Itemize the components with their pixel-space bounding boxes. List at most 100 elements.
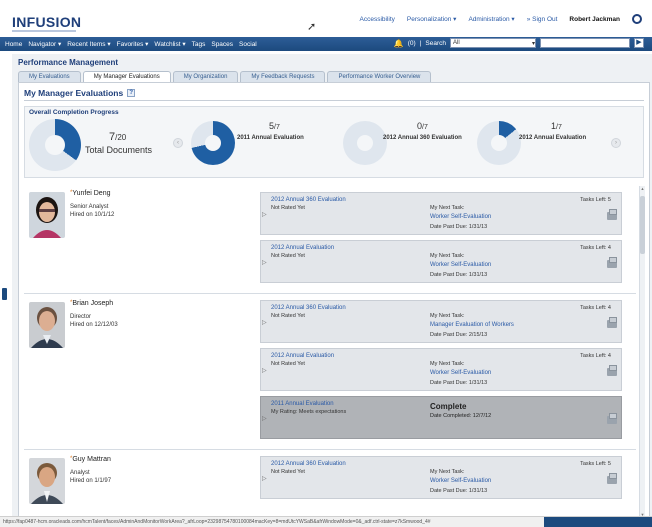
scroll-thumb[interactable] [640, 196, 645, 254]
evaluation-rating: Not Rated Yet [271, 253, 305, 259]
status-indicator [544, 517, 652, 527]
expand-icon[interactable]: ▷ [262, 259, 267, 266]
prev-button[interactable]: ‹ [173, 138, 183, 148]
next-task-link[interactable]: Worker Self-Evaluation [430, 214, 491, 220]
tasks-left: Tasks Left: 5 [580, 197, 611, 203]
employee-name[interactable]: *Guy Mattran [70, 456, 111, 463]
expand-icon[interactable]: ▷ [262, 415, 267, 422]
vertical-scrollbar[interactable]: ▲ ▼ [639, 186, 645, 518]
employee-hired-date: Hired on 12/12/03 [70, 322, 118, 328]
sign-out-link[interactable]: » Sign Out [527, 16, 558, 23]
expand-icon[interactable]: ▷ [262, 211, 267, 218]
next-task-link[interactable]: Worker Self-Evaluation [430, 262, 491, 268]
scroll-up-icon[interactable]: ▲ [640, 186, 645, 192]
evaluation-name[interactable]: 2011 Annual Evaluation [271, 401, 334, 407]
panel-title: My Manager Evaluations ? [24, 88, 136, 98]
pie-hole [205, 135, 221, 151]
employee-name[interactable]: *Yunfei Deng [70, 190, 111, 197]
nav-tags[interactable]: Tags [189, 41, 209, 48]
tab-my-organization[interactable]: My Organization [172, 71, 239, 82]
evaluation-rating: Not Rated Yet [271, 313, 305, 319]
tab-my-manager-evaluations[interactable]: My Manager Evaluations [82, 71, 171, 82]
employee-photo [29, 302, 65, 348]
logo-underline [12, 30, 76, 32]
employee-title: Senior Analyst [70, 204, 109, 210]
nav-recent-items[interactable]: Recent Items ▾ [64, 40, 113, 48]
printer-icon[interactable] [607, 317, 617, 328]
search-scope-select[interactable]: All ▾ [450, 38, 536, 48]
employee-row: *Yunfei Deng Senior Analyst Hired on 10/… [24, 186, 636, 294]
evaluation-name[interactable]: 2012 Annual 360 Evaluation [271, 461, 346, 467]
chevron-down-icon: ▾ [531, 40, 535, 47]
employee-hired-date: Hired on 10/1/12 [70, 212, 115, 218]
2012-annual-360-evaluation-count: 0/7 [417, 121, 428, 131]
nav-watchlist[interactable]: Watchlist ▾ [151, 40, 188, 48]
nav-social[interactable]: Social [236, 41, 260, 48]
expand-icon[interactable]: ▷ [262, 475, 267, 482]
power-icon[interactable] [632, 14, 642, 24]
printer-icon[interactable] [607, 209, 617, 220]
notification-bell-icon[interactable]: 🔔 [394, 39, 404, 48]
navigation-bar: Home Navigator ▾ Recent Items ▾ Favorite… [0, 37, 652, 51]
next-task-label: My Next Task: [430, 253, 465, 259]
nav-spaces[interactable]: Spaces [208, 41, 236, 48]
evaluation-name[interactable]: 2012 Annual 360 Evaluation [271, 305, 346, 311]
evaluation-rating: Not Rated Yet [271, 361, 305, 367]
tasks-left: Tasks Left: 4 [580, 353, 611, 359]
printer-icon[interactable] [607, 473, 617, 484]
nav-navigator[interactable]: Navigator ▾ [25, 40, 64, 48]
next-button[interactable]: › [611, 138, 621, 148]
next-task-link[interactable]: Manager Evaluation of Workers [430, 322, 514, 328]
administration-menu[interactable]: Administration ▾ [468, 15, 514, 23]
help-icon[interactable]: ? [127, 89, 136, 97]
printer-icon[interactable] [607, 413, 617, 424]
employee-list: *Yunfei Deng Senior Analyst Hired on 10/… [24, 186, 636, 518]
evaluation-name[interactable]: 2012 Annual 360 Evaluation [271, 197, 346, 203]
evaluation-card-complete[interactable]: ▷ 2011 Annual Evaluation My Rating: Meet… [260, 396, 622, 439]
status-url: https://fap0487-hcm.oracleads.com/hcmTal… [3, 519, 431, 525]
next-task-label: My Next Task: [430, 469, 465, 475]
evaluation-card[interactable]: ▷ 2012 Annual 360 Evaluation Not Rated Y… [260, 300, 622, 343]
expand-icon[interactable]: ▷ [262, 319, 267, 326]
personalization-menu[interactable]: Personalization ▾ [407, 15, 457, 23]
complete-status: Complete [430, 402, 467, 411]
nav-home[interactable]: Home [2, 41, 25, 48]
search-input[interactable] [540, 38, 630, 48]
accessibility-link[interactable]: Accessibility [360, 16, 395, 23]
printer-icon[interactable] [607, 365, 617, 376]
panel-splitter-handle[interactable] [2, 288, 7, 300]
notification-count[interactable]: (0) [408, 40, 416, 47]
tab-performance-worker-overview[interactable]: Performance Worker Overview [327, 71, 432, 82]
expand-icon[interactable]: ▷ [262, 367, 267, 374]
tasks-left: Tasks Left: 4 [580, 305, 611, 311]
user-name: Robert Jackman [569, 15, 620, 23]
2011-annual-evaluation-name: 2011 Annual Evaluation [237, 135, 304, 141]
evaluation-card[interactable]: ▷ 2012 Annual Evaluation Not Rated Yet M… [260, 240, 622, 283]
evaluation-card[interactable]: ▷ 2012 Annual 360 Evaluation Not Rated Y… [260, 456, 622, 499]
tab-my-evaluations[interactable]: My Evaluations [18, 71, 81, 82]
global-links: Accessibility Personalization ▾ Administ… [360, 14, 642, 24]
evaluation-rating: Not Rated Yet [271, 205, 305, 211]
2012-annual-evaluation-name: 2012 Annual Evaluation [519, 135, 587, 141]
next-task-link[interactable]: Worker Self-Evaluation [430, 478, 491, 484]
nav-favorites[interactable]: Favorites ▾ [114, 40, 152, 48]
employee-photo [29, 458, 65, 504]
next-task-link[interactable]: Worker Self-Evaluation [430, 370, 491, 376]
evaluation-name[interactable]: 2012 Annual Evaluation [271, 353, 334, 359]
printer-icon[interactable] [607, 257, 617, 268]
tab-my-feedback-requests[interactable]: My Feedback Requests [240, 71, 326, 82]
2012-annual-evaluation-count: 1/7 [551, 121, 562, 131]
evaluation-card[interactable]: ▷ 2012 Annual Evaluation Not Rated Yet M… [260, 348, 622, 391]
evaluation-rating: Not Rated Yet [271, 469, 305, 475]
evaluation-card[interactable]: ▷ 2012 Annual 360 Evaluation Not Rated Y… [260, 192, 622, 235]
evaluation-name[interactable]: 2012 Annual Evaluation [271, 245, 334, 251]
employee-name[interactable]: *Brian Joseph [70, 300, 113, 307]
page-area: Performance Management My Evaluations My… [12, 54, 652, 524]
divider [24, 100, 644, 101]
evaluation-rating: My Rating: Meets expectations [271, 409, 347, 415]
tab-bar: My Evaluations My Manager Evaluations My… [18, 71, 432, 82]
browser-status-bar: https://fap0487-hcm.oracleads.com/hcmTal… [0, 516, 652, 527]
search-go-button[interactable]: ▶ [634, 38, 644, 48]
infusion-logo[interactable]: INFUSION [12, 14, 81, 30]
employee-title: Director [70, 314, 92, 320]
